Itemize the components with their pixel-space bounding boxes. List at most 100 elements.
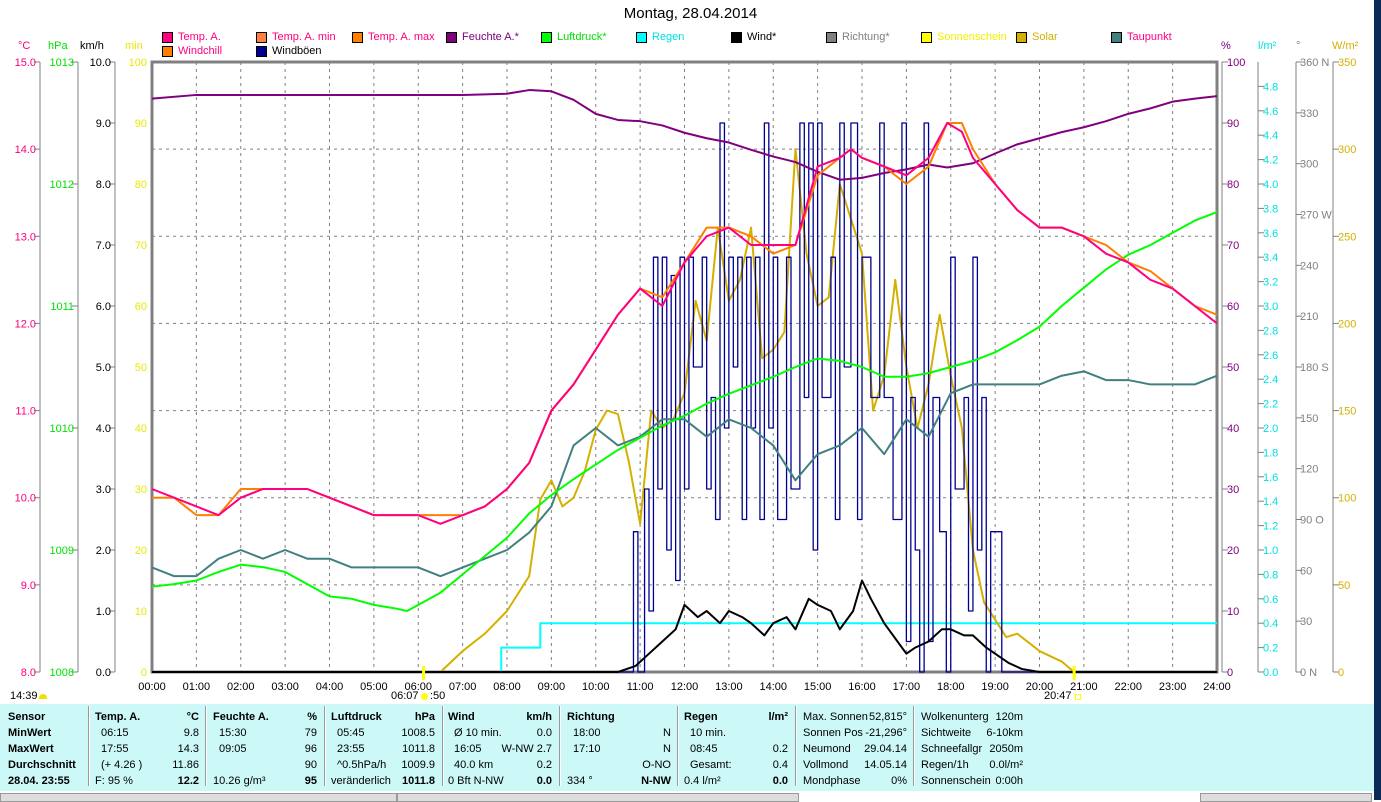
row-value: O-NO: [642, 759, 671, 771]
legend-label: Temp. A. min: [272, 31, 336, 43]
row-value: N: [663, 743, 671, 755]
row-value: 79: [304, 727, 317, 739]
y-tick-label-rain: 3.6: [1263, 228, 1278, 240]
y-tick-label-sun_min: 70: [135, 240, 147, 252]
sunset-time: 20:47: [1044, 690, 1072, 702]
legend-swatch: [826, 31, 837, 43]
y-tick-label-direction: 90 O: [1300, 515, 1324, 527]
panel-row: 90: [213, 757, 317, 773]
x-tick-label: 05:00: [360, 681, 388, 693]
y-tick-label-wind: 0.0: [96, 667, 111, 679]
summary-panel: Sensor MinWert MaxWert Durchschnitt 28.0…: [0, 704, 1374, 791]
panel-column: Wind km/h Ø 10 min. 0.0 16:05 W-NW 2.7 40.0 km…: [448, 709, 552, 789]
y-tick-label-sun_min: 0: [141, 667, 147, 679]
panel-row: 40.0 km 0.2: [448, 757, 552, 773]
row-value: 1008.5: [401, 727, 435, 739]
extra-row: Sichtweite 6-10km: [921, 725, 1023, 741]
y-tick-label-pressure: 1013: [50, 57, 74, 69]
unit-rain: l/m²: [1258, 40, 1277, 52]
row-value: N-NW: [641, 775, 671, 787]
y-tick-label-rain: 4.4: [1263, 130, 1278, 142]
x-tick-label: 03:00: [271, 681, 299, 693]
y-tick-label-wind: 6.0: [96, 301, 111, 313]
panel-row: 05:45 1008.5: [331, 725, 435, 741]
extra-row: Wolkenunterg 120m: [921, 709, 1023, 725]
legend-label: Regen: [652, 31, 685, 43]
y-tick-label-sun_min: 90: [135, 118, 147, 130]
sensor-column: Sensor MinWert MaxWert Durchschnitt 28.0…: [8, 709, 86, 789]
y-tick-label-solar: 150: [1338, 406, 1356, 418]
x-tick-label: 02:00: [227, 681, 255, 693]
y-tick-label-humidity: 0: [1227, 667, 1233, 679]
astro-value: 29.04.14: [864, 743, 907, 755]
extra-value: 2050m: [989, 743, 1023, 755]
y-tick-label-solar: 300: [1338, 144, 1356, 156]
row-label: 10 min.: [690, 727, 727, 739]
extra-row: Sonnenschein 0:00h: [921, 773, 1023, 789]
x-tick-label: 12:00: [671, 681, 699, 693]
y-tick-label-humidity: 80: [1227, 179, 1239, 191]
extra-label: Regen/1h: [921, 759, 969, 771]
row-label: 18:00: [573, 727, 601, 739]
row-value: 95: [304, 775, 317, 787]
legend-item: Sonnenschein: [921, 31, 1007, 43]
y-tick-label-rain: 2.6: [1263, 350, 1278, 362]
y-tick-label-sun_min: 30: [135, 484, 147, 496]
panel-row: 06:15 9.8: [95, 725, 199, 741]
row-value: 1009.9: [401, 759, 435, 771]
panel-column: Richtung 18:00 N 17:10 N O-NO 334 ° N-NW: [567, 709, 671, 789]
panel-row: 08:45 0.2: [684, 741, 788, 757]
day-length: 14:39: [10, 690, 38, 702]
legend-item: Temp. A. min: [256, 31, 336, 43]
panel-row: (+ 4.26 ) 11.86: [95, 757, 199, 773]
legend-item: Luftdruck*: [541, 31, 607, 43]
x-tick-label: 24:00: [1203, 681, 1231, 693]
y-tick-label-rain: 2.8: [1263, 325, 1278, 337]
panel-row: F: 95 % 12.2: [95, 773, 199, 789]
panel-row: 10 min.: [684, 725, 788, 741]
y-tick-label-rain: 1.8: [1263, 447, 1278, 459]
y-tick-label-humidity: 90: [1227, 118, 1239, 130]
row-label: 40.0 km: [454, 759, 494, 771]
y-tick-label-rain: 1.0: [1263, 545, 1278, 557]
y-tick-label-rain: 0.2: [1263, 643, 1278, 655]
y-tick-label-direction: 270 W: [1300, 210, 1332, 222]
y-tick-label-temp: 14.0: [15, 144, 36, 156]
y-tick-label-wind: 7.0: [96, 240, 111, 252]
y-tick-label-humidity: 40: [1227, 423, 1239, 435]
y-tick-label-direction: 180 S: [1300, 362, 1329, 374]
x-tick-label: 00:00: [138, 681, 166, 693]
panel-row: 10.26 g/m³ 95: [213, 773, 317, 789]
extra-label: Sonnenschein: [921, 775, 991, 787]
column-header: Regen: [684, 711, 718, 723]
column-unit: l/m²: [768, 711, 788, 723]
unit-humidity: %: [1221, 40, 1231, 52]
y-tick-label-rain: 4.6: [1263, 106, 1278, 118]
x-tick-label: 13:00: [715, 681, 743, 693]
row-value: 0.0: [772, 775, 788, 787]
panel-column: Luftdruck hPa 05:45 1008.5 23:55 1011.8 ^0.5hP…: [331, 709, 435, 789]
chart-title: Montag, 28.04.2014: [623, 5, 758, 22]
panel-row: 15:30 79: [213, 725, 317, 741]
column-header: Temp. A.: [95, 711, 141, 723]
row-label: 08:45: [690, 743, 718, 755]
y-tick-label-sun_min: 50: [135, 362, 147, 374]
panel-row: 17:55 14.3: [95, 741, 199, 757]
y-tick-label-wind: 3.0: [96, 484, 111, 496]
x-tick-label: 07:00: [449, 681, 477, 693]
row-value: 0.0: [536, 727, 552, 739]
y-tick-label-humidity: 10: [1227, 606, 1239, 618]
panel-row: ^0.5hPa/h 1009.9: [331, 757, 435, 773]
row-label: 16:05: [454, 743, 482, 755]
extra-value: 0.0l/m²: [989, 759, 1023, 771]
row-value: 1011.8: [401, 775, 435, 787]
extra-column: Wolkenunterg 120m Sichtweite 6-10km Schneefa…: [921, 709, 1023, 789]
y-tick-label-rain: 3.0: [1263, 301, 1278, 313]
unit-temp: °C: [18, 40, 31, 52]
y-tick-label-sun_min: 20: [135, 545, 147, 557]
y-tick-label-humidity: 30: [1227, 484, 1239, 496]
row-value: 14.3: [177, 743, 199, 755]
row-value: 90: [304, 759, 317, 771]
panel-row: 0 Bft N-NW 0.0: [448, 773, 552, 789]
row-value: N: [663, 727, 671, 739]
